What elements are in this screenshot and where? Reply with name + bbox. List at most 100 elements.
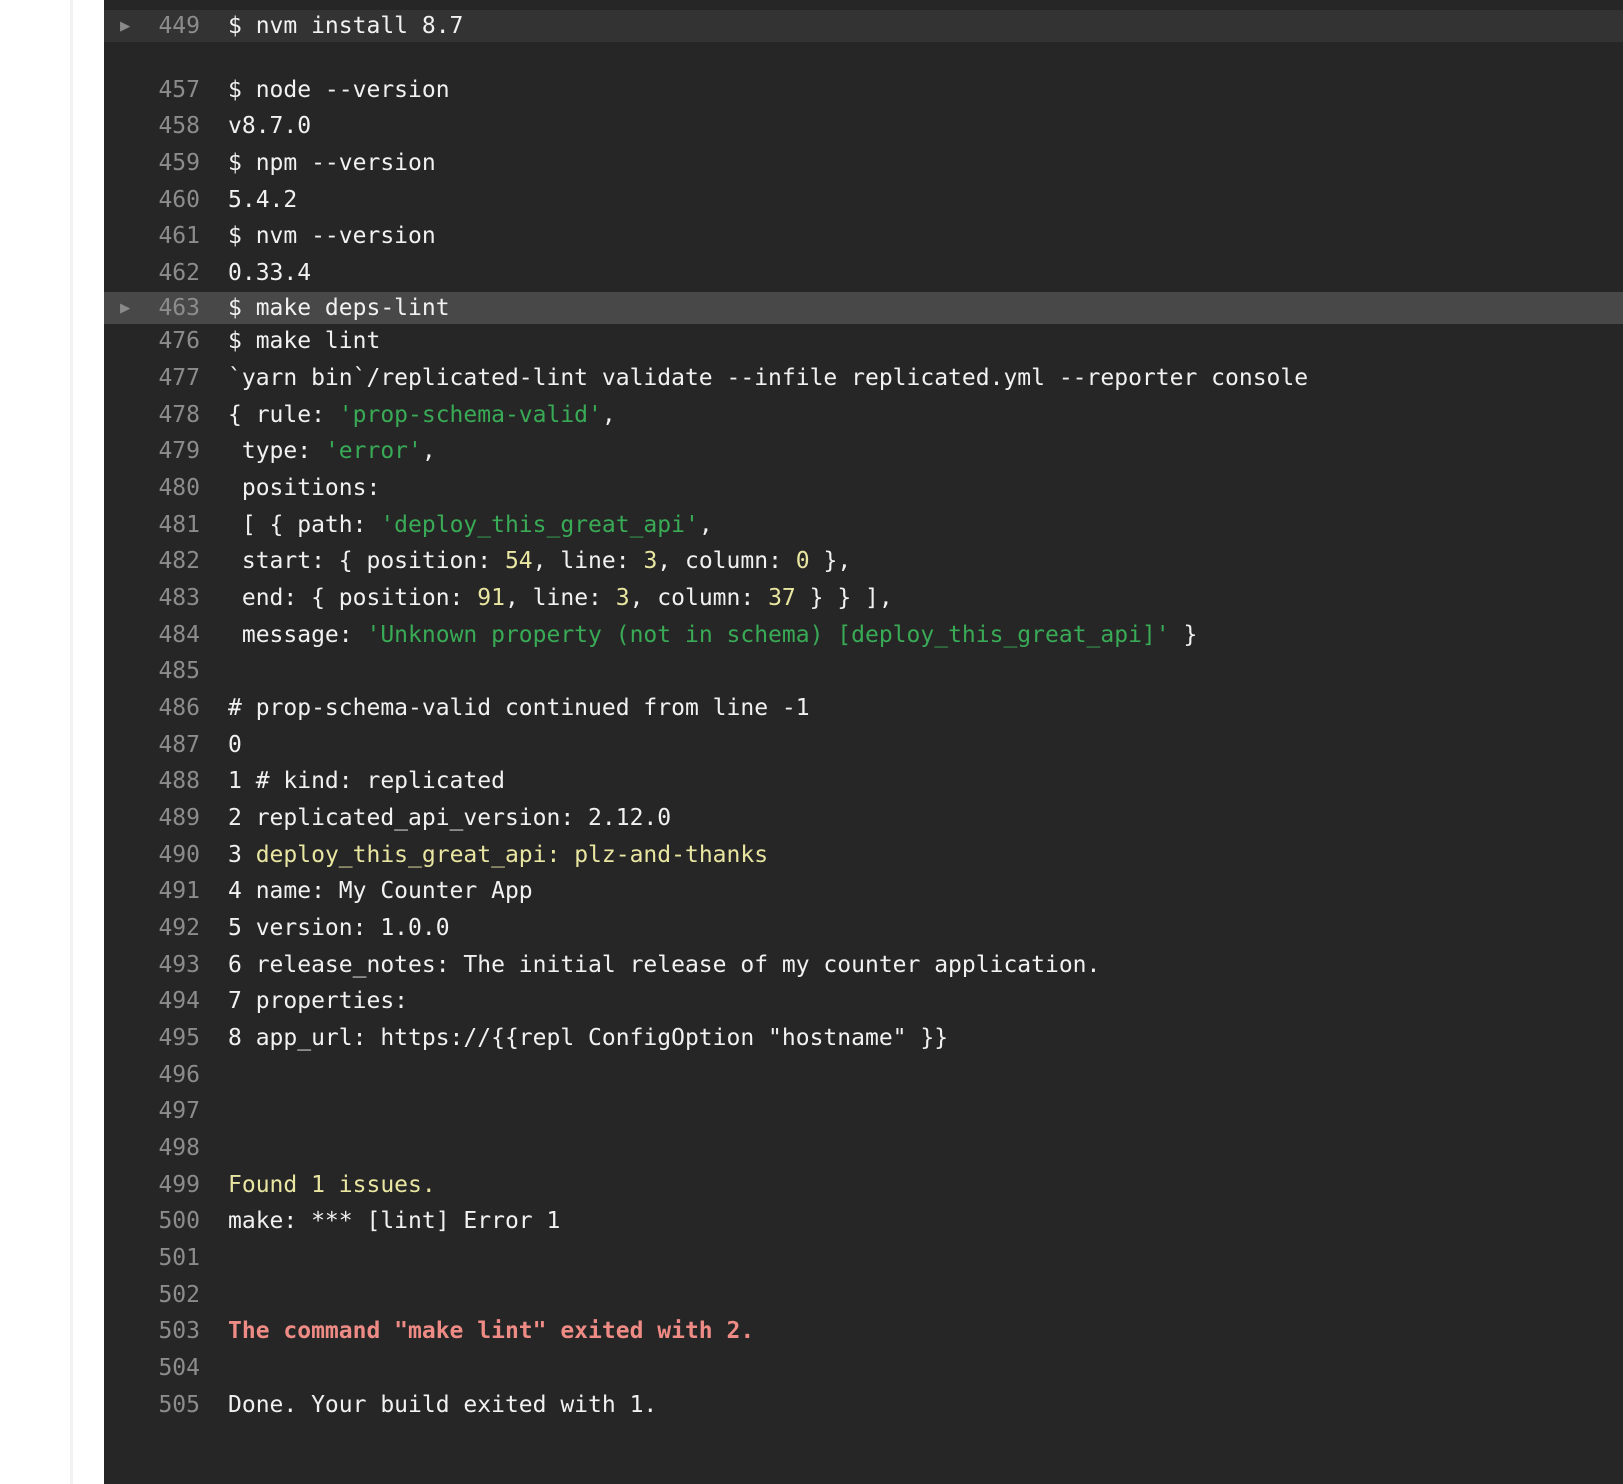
log-line-text: 8 app_url: https://{{repl ConfigOption "… [228,1020,948,1056]
log-line: 482 start: { position: 54, line: 3, colu… [104,543,1623,579]
log-segment: 54 [504,548,533,574]
line-number[interactable]: 462 [134,255,200,291]
log-line: 479 type: 'error', [104,433,1623,469]
log-segment: , line: [504,585,616,611]
log-segment: , line: [532,548,644,574]
log-segment: 3 [615,585,630,611]
log-line: 488 1 # kind: replicated [104,763,1623,799]
line-number[interactable]: 505 [134,1387,200,1423]
line-number[interactable]: 483 [134,580,200,616]
log-line-text: 0.33.4 [228,255,311,291]
line-number[interactable]: 497 [134,1093,200,1129]
build-log-terminal: ▶ 449 $ nvm install 8.7 457 $ node --version… [104,0,1623,1484]
log-line-text: message: 'Unknown property (not in schem… [228,617,1197,653]
log-segment: , column: [629,585,769,611]
log-line: 490 3 deploy_this_great_api: plz-and-than… [104,837,1623,873]
log-line-text: make: *** [lint] Error 1 [228,1203,560,1239]
log-segment: 0 [228,732,242,758]
line-number[interactable]: 503 [134,1313,200,1349]
log-segment: 1 # kind: replicated [228,768,505,794]
line-number[interactable]: 499 [134,1167,200,1203]
line-number[interactable]: 460 [134,182,200,218]
log-line-text: type: 'error', [228,433,436,469]
log-segment: } } ], [795,585,893,611]
log-line: 501 [104,1240,1623,1276]
line-number[interactable]: 498 [134,1130,200,1166]
line-number[interactable]: 461 [134,218,200,254]
line-number[interactable]: 490 [134,837,200,873]
line-number[interactable]: 449 [134,10,200,42]
log-segment: [ { path: [228,512,381,538]
line-number[interactable]: 484 [134,617,200,653]
line-number[interactable]: 459 [134,145,200,181]
log-segment: 3 [643,548,658,574]
line-number[interactable]: 486 [134,690,200,726]
log-line: 461 $ nvm --version [104,218,1623,254]
log-segment: 2 replicated_api_version: 2.12.0 [228,805,672,831]
sidebar-divider [70,0,73,1484]
log-line: 495 8 app_url: https://{{repl ConfigOptio… [104,1020,1623,1056]
log-segment: Done. Your build exited with 1. [228,1392,658,1418]
line-number[interactable]: 491 [134,873,200,909]
log-fold-line[interactable]: ▶ 449 $ nvm install 8.7 [104,10,1623,42]
line-number[interactable]: 492 [134,910,200,946]
log-line: 504 [104,1350,1623,1386]
log-segment: $ npm --version [228,150,436,176]
log-segment: 7 properties: [228,988,409,1014]
line-number[interactable]: 488 [134,763,200,799]
log-line: 483 end: { position: 91, line: 3, column… [104,580,1623,616]
line-number[interactable]: 487 [134,727,200,763]
line-number[interactable]: 481 [134,507,200,543]
line-number[interactable]: 458 [134,108,200,144]
log-line-text: $ make deps-lint [228,292,450,324]
line-number[interactable]: 494 [134,983,200,1019]
line-number[interactable]: 493 [134,947,200,983]
line-number[interactable]: 477 [134,360,200,396]
log-segment: 'deploy_this_great_api' [380,512,699,538]
line-number[interactable]: 463 [134,292,200,324]
log-line-text: The command "make lint" exited with 2. [228,1313,754,1349]
log-line: 480 positions: [104,470,1623,506]
caret-right-icon[interactable]: ▶ [120,292,130,324]
line-number[interactable]: 500 [134,1203,200,1239]
line-number[interactable]: 489 [134,800,200,836]
log-segment: 4 name: My Counter App [228,878,533,904]
log-line: 487 0 [104,727,1623,763]
line-number[interactable]: 496 [134,1057,200,1093]
log-segment: } [1169,622,1198,648]
log-line-text: v8.7.0 [228,108,311,144]
log-line: 458 v8.7.0 [104,108,1623,144]
line-number[interactable]: 457 [134,72,200,108]
log-line-text: end: { position: 91, line: 3, column: 37… [228,580,893,616]
log-segment: 'Unknown property (not in schema) [deplo… [366,622,1170,648]
log-line: 492 5 version: 1.0.0 [104,910,1623,946]
log-fold-line[interactable]: ▶ 463 $ make deps-lint [104,292,1623,324]
caret-right-icon[interactable]: ▶ [120,10,130,42]
log-segment: 'error' [324,438,422,464]
line-number[interactable]: 495 [134,1020,200,1056]
log-line: 500 make: *** [lint] Error 1 [104,1203,1623,1239]
log-line-text: Found 1 issues. [228,1167,436,1203]
log-line: 481 [ { path: 'deploy_this_great_api', [104,507,1623,543]
log-segment: 5 version: 1.0.0 [228,915,450,941]
line-number[interactable]: 504 [134,1350,200,1386]
log-segment: $ make deps-lint [228,295,450,321]
line-number[interactable]: 478 [134,397,200,433]
log-line-text: { rule: 'prop-schema-valid', [228,397,616,433]
log-line-text: $ npm --version [228,145,436,181]
line-number[interactable]: 479 [134,433,200,469]
line-number[interactable]: 501 [134,1240,200,1276]
log-segment: type: [228,438,325,464]
line-number[interactable]: 476 [134,323,200,359]
log-segment: 8 app_url: https://{{repl ConfigOption "… [228,1025,949,1051]
line-number[interactable]: 482 [134,543,200,579]
line-number[interactable]: 485 [134,653,200,689]
log-segment: make: *** [lint] Error 1 [228,1208,561,1234]
line-number[interactable]: 502 [134,1277,200,1313]
log-line-text: 5 version: 1.0.0 [228,910,450,946]
log-line: 497 [104,1093,1623,1129]
log-segment: 'prop-schema-valid' [338,402,602,428]
log-segment: start: { position: [228,548,505,574]
log-line: 459 $ npm --version [104,145,1623,181]
line-number[interactable]: 480 [134,470,200,506]
